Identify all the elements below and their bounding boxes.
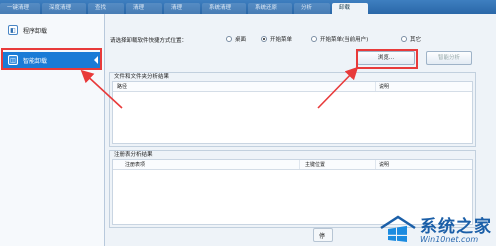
radio-selected-icon	[261, 36, 267, 42]
radio-other[interactable]: 其它	[401, 35, 421, 43]
column-header-description: 说明	[379, 162, 390, 168]
radio-icon	[226, 36, 232, 42]
tab-3[interactable]: 查找	[88, 3, 124, 14]
registry-table-header: 注册表项 主键位置 说明	[113, 160, 472, 170]
watermark: 系统之家 Win10net.com	[379, 212, 492, 244]
smart-analyze-button[interactable]: 智能分析	[426, 51, 472, 65]
column-header-description: 说明	[379, 84, 390, 90]
tab-4[interactable]: 清理	[126, 3, 162, 14]
highlight-box-browse	[356, 49, 418, 69]
files-result-table[interactable]: 路径 说明	[112, 81, 473, 144]
watermark-name: 系统之家	[420, 217, 492, 237]
sidebar-item-label: 程序卸载	[23, 27, 48, 35]
sidebar-item-app-uninstall[interactable]: ◧ 程序卸载	[3, 22, 100, 38]
column-divider	[375, 160, 376, 169]
tab-8[interactable]: 分析	[294, 3, 330, 14]
column-divider	[299, 160, 300, 169]
radio-icon	[311, 36, 317, 42]
bottom-action-button[interactable]: 停	[313, 228, 333, 242]
top-toolbar: 一键清理 深度清理 查找 清理 清理 系统清理 系统还原 分析 卸载	[0, 0, 496, 14]
column-header-key-location: 主键位置	[305, 162, 326, 168]
tab-1[interactable]: 一键清理	[0, 3, 40, 14]
registry-group-title: 注册表分析结果	[114, 152, 153, 158]
radio-start-menu-current-user[interactable]: 开始菜单(当前用户)	[311, 35, 368, 43]
radio-icon	[401, 36, 407, 42]
tab-7[interactable]: 系统还原	[248, 3, 292, 14]
windows-house-logo-icon	[379, 214, 417, 242]
tab-strip: 一键清理 深度清理 查找 清理 清理 系统清理 系统还原 分析 卸载	[0, 0, 370, 14]
tab-2[interactable]: 深度清理	[42, 3, 86, 14]
column-divider	[375, 82, 376, 91]
column-header-registry-key: 注册表项	[125, 162, 146, 168]
column-header-path: 路径	[117, 84, 128, 90]
tab-5[interactable]: 清理	[164, 3, 200, 14]
files-analysis-group: 文件和文件夹分析结果 路径 说明	[109, 72, 476, 147]
bottom-action-label: 停	[319, 233, 326, 240]
shortcut-location-label: 请选择卸载软件快捷方式位置：	[110, 38, 188, 44]
tab-uninstall[interactable]: 卸载	[332, 3, 368, 14]
radio-start-menu[interactable]: 开始菜单	[261, 35, 292, 43]
radio-desktop[interactable]: 桌面	[226, 35, 246, 43]
files-group-title: 文件和文件夹分析结果	[114, 74, 170, 80]
tab-6[interactable]: 系统清理	[202, 3, 246, 14]
files-table-header: 路径 说明	[113, 82, 472, 92]
highlight-box-sidebar	[1, 48, 102, 70]
app-uninstall-icon: ◧	[8, 25, 18, 35]
